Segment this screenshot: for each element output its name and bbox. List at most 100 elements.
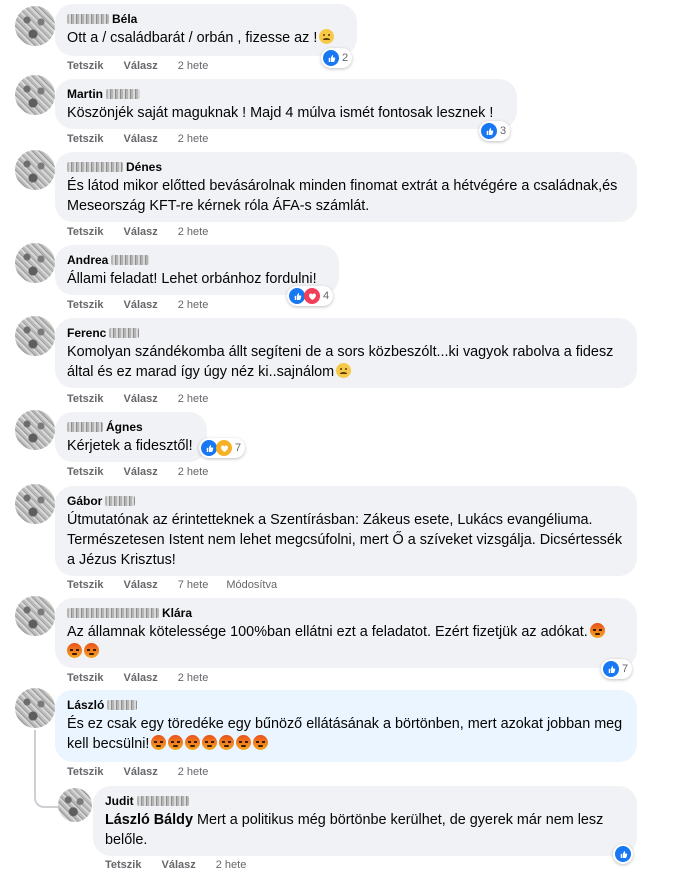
timestamp[interactable]: 2 hete bbox=[178, 465, 209, 479]
angry-face-icon bbox=[168, 735, 184, 750]
confused-face-icon bbox=[319, 29, 335, 44]
angry-face-icon bbox=[67, 643, 82, 658]
reaction-summary[interactable] bbox=[613, 844, 633, 864]
blurred-name bbox=[67, 14, 109, 24]
timestamp[interactable]: 2 hete bbox=[178, 132, 209, 146]
blurred-name bbox=[67, 608, 159, 618]
angry-face-icon bbox=[84, 643, 99, 658]
comment-bubble: Dénes És látod mikor előtted bevásárolna… bbox=[55, 152, 637, 222]
like-button[interactable]: Tetszik bbox=[67, 392, 103, 406]
avatar[interactable] bbox=[15, 688, 55, 728]
reaction-summary[interactable]: 3 bbox=[479, 121, 511, 141]
comment-text: Komolyan szándékomba állt segíteni de a … bbox=[67, 344, 614, 380]
reaction-summary[interactable]: 4 bbox=[287, 286, 334, 306]
like-button[interactable]: Tetszik bbox=[105, 858, 141, 872]
like-button[interactable]: Tetszik bbox=[67, 671, 103, 685]
reaction-summary[interactable]: 7 bbox=[601, 659, 633, 679]
comment-actions: Tetszik Válasz 2 hete bbox=[67, 298, 226, 312]
comment-author[interactable]: Klára bbox=[67, 605, 625, 621]
comment-text: És látod mikor előtted bevásárolnak mind… bbox=[67, 178, 618, 214]
thumbs-up-icon bbox=[289, 288, 305, 304]
comment-bubble: Ágnes Kérjetek a fidesztől! bbox=[55, 412, 207, 462]
comment-actions: Tetszik Válasz 7 hete Módosítva bbox=[67, 578, 277, 592]
confused-face-icon bbox=[336, 363, 352, 378]
timestamp[interactable]: 2 hete bbox=[178, 225, 209, 239]
thumbs-up-icon bbox=[201, 440, 217, 456]
blurred-name bbox=[105, 496, 136, 506]
comment-author[interactable]: Béla bbox=[67, 11, 345, 27]
avatar[interactable] bbox=[15, 484, 55, 524]
mention-link[interactable]: László Báldy bbox=[105, 812, 193, 828]
angry-face-icon bbox=[151, 735, 167, 750]
blurred-name bbox=[136, 796, 189, 806]
avatar[interactable] bbox=[15, 316, 55, 356]
comment-actions: Tetszik Válasz 2 hete bbox=[67, 765, 226, 779]
like-button[interactable]: Tetszik bbox=[67, 765, 103, 779]
reply-button[interactable]: Válasz bbox=[123, 671, 157, 685]
comment-actions: Tetszik Válasz 2 hete bbox=[67, 225, 226, 239]
angry-face-icon bbox=[589, 623, 605, 638]
comment-text: László Báldy Mert a politikus még börtön… bbox=[105, 812, 604, 848]
comment-text: Kérjetek a fidesztől! bbox=[67, 438, 193, 454]
comment-author[interactable]: Judit bbox=[105, 793, 625, 809]
avatar[interactable] bbox=[58, 788, 92, 822]
like-button[interactable]: Tetszik bbox=[67, 59, 103, 73]
avatar[interactable] bbox=[15, 410, 55, 450]
reply-button[interactable]: Válasz bbox=[123, 59, 157, 73]
like-button[interactable]: Tetszik bbox=[67, 298, 103, 312]
timestamp[interactable]: 2 hete bbox=[178, 765, 209, 779]
avatar[interactable] bbox=[15, 596, 55, 636]
comment-text: Állami feladat! Lehet orbánhoz fordulni! bbox=[67, 271, 317, 287]
comment-author[interactable]: Gábor bbox=[67, 493, 625, 509]
avatar[interactable] bbox=[15, 243, 55, 283]
reply-button[interactable]: Válasz bbox=[123, 765, 157, 779]
comment-author[interactable]: Ágnes bbox=[67, 419, 195, 435]
comment-bubble: Ferenc Komolyan szándékomba állt segíten… bbox=[55, 318, 637, 388]
angry-face-icon bbox=[253, 735, 269, 750]
timestamp[interactable]: 2 hete bbox=[178, 671, 209, 685]
comment-bubble: Klára Az államnak kötelessége 100%ban el… bbox=[55, 598, 637, 668]
comment-author[interactable]: Ferenc bbox=[67, 325, 625, 341]
timestamp[interactable]: 2 hete bbox=[216, 858, 247, 872]
comment-actions: Tetszik Válasz 2 hete bbox=[67, 465, 226, 479]
comment-author[interactable]: László bbox=[67, 697, 625, 713]
reply-button[interactable]: Válasz bbox=[123, 465, 157, 479]
blurred-name bbox=[106, 89, 140, 99]
timestamp[interactable]: 2 hete bbox=[178, 59, 209, 73]
like-button[interactable]: Tetszik bbox=[67, 465, 103, 479]
angry-face-icon bbox=[219, 735, 235, 750]
thumbs-up-icon bbox=[481, 123, 497, 139]
reaction-summary[interactable]: 7 bbox=[199, 438, 246, 458]
angry-face-icon bbox=[236, 735, 252, 750]
reply-button[interactable]: Válasz bbox=[161, 858, 195, 872]
comment-text: Az államnak kötelessége 100%ban ellátni … bbox=[67, 622, 625, 662]
like-button[interactable]: Tetszik bbox=[67, 225, 103, 239]
comment-author[interactable]: Dénes bbox=[67, 159, 625, 175]
reply-button[interactable]: Válasz bbox=[123, 298, 157, 312]
timestamp[interactable]: 2 hete bbox=[178, 298, 209, 312]
blurred-name bbox=[67, 422, 103, 432]
reply-button[interactable]: Válasz bbox=[123, 392, 157, 406]
avatar[interactable] bbox=[15, 6, 55, 46]
reply-button[interactable]: Válasz bbox=[123, 132, 157, 146]
reply-bubble: Judit László Báldy Mert a politikus még … bbox=[93, 786, 637, 856]
like-button[interactable]: Tetszik bbox=[67, 132, 103, 146]
edited-label[interactable]: Módosítva bbox=[226, 578, 277, 592]
comment-actions: Tetszik Válasz 2 hete bbox=[67, 59, 226, 73]
blurred-name bbox=[67, 162, 123, 172]
reply-button[interactable]: Válasz bbox=[123, 225, 157, 239]
avatar[interactable] bbox=[15, 75, 55, 115]
comment-bubble: Martin Köszönjék saját maguknak ! Majd 4… bbox=[55, 79, 517, 129]
thumbs-up-icon bbox=[603, 661, 619, 677]
angry-face-icon bbox=[202, 735, 218, 750]
comment-actions: Tetszik Válasz 2 hete bbox=[67, 392, 226, 406]
reply-button[interactable]: Válasz bbox=[123, 578, 157, 592]
timestamp[interactable]: 7 hete bbox=[178, 578, 209, 592]
reaction-summary[interactable]: 2 bbox=[321, 48, 353, 68]
timestamp[interactable]: 2 hete bbox=[178, 392, 209, 406]
comment-author[interactable]: Andrea bbox=[67, 252, 327, 268]
comment-actions: Tetszik Válasz 2 hete bbox=[67, 671, 226, 685]
avatar[interactable] bbox=[15, 150, 55, 190]
comment-author[interactable]: Martin bbox=[67, 86, 505, 102]
like-button[interactable]: Tetszik bbox=[67, 578, 103, 592]
